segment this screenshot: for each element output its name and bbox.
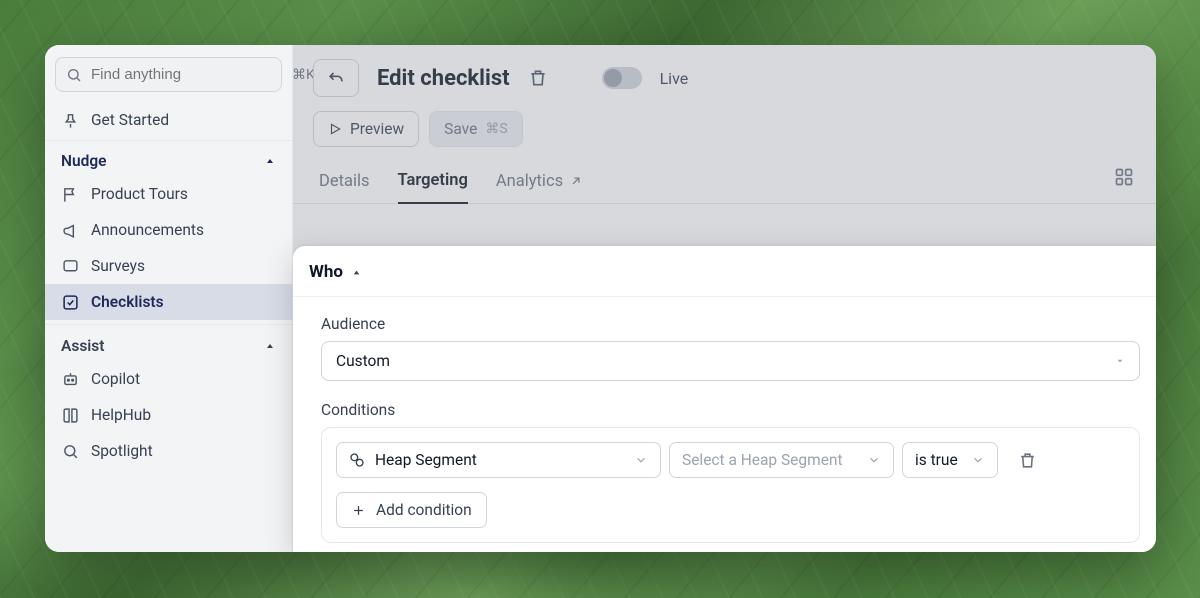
app-window: ⌘K Get Started Nudge Product Tours Annou… <box>45 45 1156 552</box>
tab-label: Details <box>319 172 370 191</box>
select-value: Heap Segment <box>375 451 477 469</box>
preview-button[interactable]: Preview <box>313 111 419 147</box>
flag-icon <box>61 185 79 203</box>
tab-targeting[interactable]: Targeting <box>398 171 468 204</box>
button-label: Save <box>444 120 477 138</box>
tab-details[interactable]: Details <box>319 171 370 203</box>
live-toggle[interactable] <box>602 67 642 89</box>
tabs: Details Targeting Analytics <box>293 147 1156 204</box>
sidebar-item-label: Announcements <box>91 221 204 239</box>
actionbar: Preview Save ⌘S <box>293 97 1156 147</box>
chevron-down-icon <box>971 453 985 467</box>
panel-title: Who <box>309 262 343 282</box>
search-icon <box>61 442 79 460</box>
conditions-box: Heap Segment Select a Heap Segment <box>321 427 1140 543</box>
search-input[interactable]: ⌘K <box>55 57 282 92</box>
select-value: Custom <box>336 352 390 370</box>
condition-segment-select[interactable]: Select a Heap Segment <box>669 442 894 478</box>
save-button[interactable]: Save ⌘S <box>429 111 522 147</box>
condition-type-select[interactable]: Heap Segment <box>336 442 661 478</box>
toggle-knob <box>604 69 622 87</box>
sidebar-item-label: Get Started <box>91 111 169 129</box>
sidebar-item-helphub[interactable]: HelpHub <box>45 397 292 433</box>
tab-label: Analytics <box>496 172 563 191</box>
sidebar-item-label: Checklists <box>91 293 164 311</box>
condition-operator-select[interactable]: is true <box>902 442 998 478</box>
chevron-up-icon <box>351 267 362 278</box>
audience-select[interactable]: Custom <box>321 341 1140 381</box>
tab-label: Targeting <box>398 171 468 190</box>
chevron-up-icon <box>264 340 276 352</box>
tab-analytics[interactable]: Analytics <box>496 171 583 203</box>
external-link-icon <box>569 174 583 188</box>
robot-icon <box>61 370 79 388</box>
add-condition-button[interactable]: Add condition <box>336 492 487 528</box>
delete-button[interactable] <box>528 68 548 88</box>
select-value: is true <box>915 451 958 469</box>
back-button[interactable] <box>313 59 359 97</box>
plus-icon <box>351 503 366 518</box>
pin-icon <box>61 111 79 129</box>
topbar: Edit checklist Live <box>293 45 1156 97</box>
live-label: Live <box>660 69 689 88</box>
search-field[interactable] <box>89 65 292 84</box>
audience-label: Audience <box>321 315 1140 333</box>
sidebar: ⌘K Get Started Nudge Product Tours Annou… <box>45 45 293 552</box>
button-label: Preview <box>350 120 404 138</box>
sidebar-item-checklists[interactable]: Checklists <box>45 284 292 320</box>
book-icon <box>61 406 79 424</box>
sidebar-item-get-started[interactable]: Get Started <box>45 100 292 141</box>
sidebar-item-surveys[interactable]: Surveys <box>45 248 292 284</box>
checklist-icon <box>61 293 79 311</box>
sidebar-item-announcements[interactable]: Announcements <box>45 212 292 248</box>
sidebar-item-label: Copilot <box>91 370 140 388</box>
chat-icon <box>61 257 79 275</box>
chevron-down-icon <box>634 453 648 467</box>
who-panel: Who Audience Custom Conditions <box>293 246 1156 552</box>
sidebar-group-label: Nudge <box>61 152 107 170</box>
sidebar-item-product-tours[interactable]: Product Tours <box>45 176 292 212</box>
sidebar-item-label: Spotlight <box>91 442 153 460</box>
search-icon <box>66 67 82 83</box>
sidebar-item-spotlight[interactable]: Spotlight <box>45 433 292 469</box>
who-panel-header[interactable]: Who <box>293 246 1156 297</box>
layout-toggle[interactable] <box>1114 167 1134 187</box>
sidebar-item-copilot[interactable]: Copilot <box>45 361 292 397</box>
sidebar-item-label: Surveys <box>91 257 145 275</box>
sidebar-item-label: HelpHub <box>91 406 151 424</box>
page-title: Edit checklist <box>377 66 510 91</box>
who-panel-body: Audience Custom Conditions <box>293 297 1156 552</box>
sidebar-group-label: Assist <box>61 337 105 355</box>
select-placeholder: Select a Heap Segment <box>682 451 843 469</box>
chevron-down-icon <box>867 453 881 467</box>
main-area: Edit checklist Live Preview Save ⌘S <box>293 45 1156 552</box>
delete-condition-button[interactable] <box>1018 451 1037 470</box>
chevron-up-icon <box>264 155 276 167</box>
condition-row: Heap Segment Select a Heap Segment <box>336 442 1125 478</box>
play-icon <box>328 122 342 136</box>
sidebar-group-nudge[interactable]: Nudge <box>45 141 292 176</box>
sidebar-group-assist[interactable]: Assist <box>45 325 292 361</box>
chevron-down-icon <box>1115 356 1125 366</box>
megaphone-icon <box>61 221 79 239</box>
save-shortcut: ⌘S <box>485 121 507 137</box>
sidebar-item-label: Product Tours <box>91 185 188 203</box>
conditions-label: Conditions <box>321 401 1140 419</box>
heap-icon <box>349 452 365 468</box>
button-label: Add condition <box>376 501 472 519</box>
